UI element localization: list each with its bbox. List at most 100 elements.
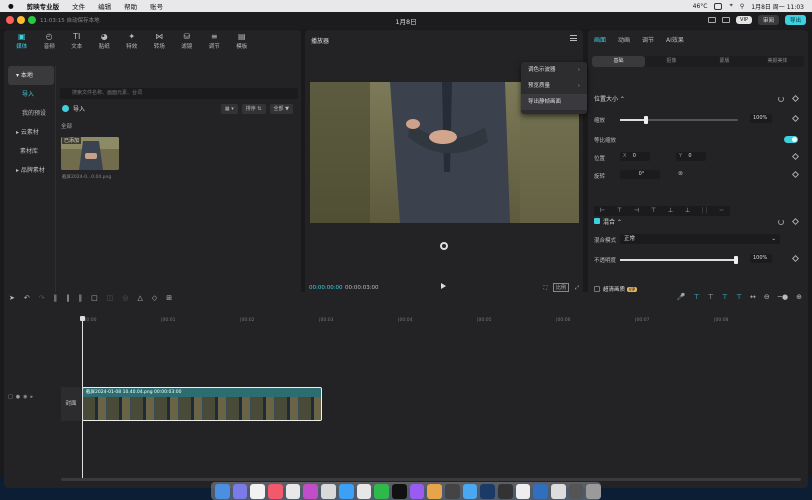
battery-icon[interactable]	[714, 2, 723, 10]
delete-icon[interactable]: □	[91, 294, 98, 302]
position-x-field[interactable]: X 0	[620, 152, 650, 161]
position-y-field[interactable]: Y 0	[676, 152, 706, 161]
align-right-icon[interactable]: ⊣	[628, 206, 645, 216]
fullscreen-icon[interactable]: ⤢	[575, 285, 579, 291]
zoom-fit-icon[interactable]: ↔	[750, 293, 756, 301]
align-hcenter-icon[interactable]: ⊤	[611, 206, 628, 216]
tab-adjust[interactable]: ≡ 调节	[201, 30, 229, 53]
safari-icon[interactable]	[462, 483, 478, 499]
layout-icon[interactable]	[708, 17, 717, 23]
lightroom-icon[interactable]	[480, 483, 495, 499]
keyframe-icon[interactable]	[791, 170, 800, 179]
view-mode-button[interactable]: ▦ ▾	[220, 104, 238, 114]
uniform-scale-toggle[interactable]	[784, 136, 798, 143]
zoom-in-icon[interactable]: ⊕	[796, 293, 802, 301]
track-visible-icon[interactable]: ◉	[23, 394, 27, 400]
blend-checkbox[interactable]	[594, 218, 600, 224]
final-cut-icon[interactable]	[444, 483, 460, 499]
terminal-icon[interactable]	[568, 483, 584, 499]
scale-slider[interactable]	[620, 116, 738, 124]
calendar-icon[interactable]	[250, 483, 266, 499]
keyframe-icon[interactable]	[791, 254, 800, 263]
track-lock-icon[interactable]: □	[8, 394, 13, 400]
tab-template[interactable]: ▤ 模板	[228, 30, 256, 53]
app-icon[interactable]	[321, 483, 336, 499]
mirror-icon[interactable]: △	[137, 294, 142, 302]
playhead[interactable]	[80, 316, 85, 478]
snipaste-icon[interactable]	[303, 483, 319, 499]
tab-media[interactable]: ▣ 媒体	[8, 30, 36, 53]
shortcut-icon[interactable]	[722, 17, 731, 23]
app-icon[interactable]	[409, 483, 425, 499]
menu-item-preview-quality[interactable]: 预览质量 ›	[521, 78, 587, 94]
weather-readout[interactable]: 46°C	[693, 3, 708, 10]
launchpad-icon[interactable]	[232, 483, 248, 499]
export-button[interactable]: 导出	[784, 15, 806, 25]
app-icon[interactable]	[515, 483, 531, 499]
align-top-icon[interactable]: ⊤	[645, 206, 662, 216]
split-right-icon[interactable]: ‖	[79, 294, 83, 302]
preview-axis-icon[interactable]: ⊤	[736, 293, 742, 301]
subtab-keying[interactable]: 抠像	[645, 56, 698, 67]
ratio-button[interactable]: 比例	[552, 283, 569, 292]
trash-icon[interactable]	[586, 483, 602, 499]
media-search-input[interactable]: 搜索文件名称、画面元素、台词	[60, 88, 298, 99]
menu-account[interactable]: 账号	[150, 1, 163, 11]
menu-app-name[interactable]: 剪映专业版	[27, 1, 60, 11]
rotate-dial-icon[interactable]: ⊗	[678, 170, 683, 177]
redo-icon[interactable]: ↷	[39, 294, 45, 302]
align-bottom-icon[interactable]: ⊥	[679, 206, 696, 216]
apple-icon[interactable]: ●	[8, 2, 14, 10]
split-left-icon[interactable]: ‖	[66, 294, 70, 302]
opacity-value[interactable]: 100%	[750, 254, 772, 263]
tab-animation[interactable]: 动画	[618, 35, 630, 44]
menu-icon[interactable]	[570, 35, 577, 41]
music-icon[interactable]	[268, 483, 283, 499]
distribute-h-icon[interactable]: | |	[696, 206, 713, 216]
keyframe-icon[interactable]	[791, 217, 800, 226]
menu-file[interactable]: 文件	[72, 1, 85, 11]
scale-value[interactable]: 100%	[750, 114, 772, 123]
mic-icon[interactable]: 🎤	[677, 293, 686, 301]
app-icon[interactable]	[498, 483, 513, 499]
play-icon[interactable]	[441, 283, 446, 289]
tab-ai-effects[interactable]: AI效果	[666, 35, 684, 44]
cover-button[interactable]: 封面	[61, 387, 81, 421]
wechat-icon[interactable]	[374, 483, 389, 499]
reset-icon[interactable]	[778, 96, 784, 102]
marker-icon[interactable]: ◫	[107, 294, 114, 302]
sidebar-item-cloud[interactable]: ▸ 云素材	[8, 123, 54, 142]
sidebar-item-presets[interactable]: 我的预设	[8, 104, 54, 123]
capcut-icon[interactable]	[391, 483, 407, 499]
rotate-icon[interactable]: ◇	[152, 294, 157, 302]
select-tool-icon[interactable]: ➤	[9, 294, 15, 302]
app-icon[interactable]	[533, 483, 549, 499]
import-button[interactable]: 导入	[62, 104, 85, 113]
menu-help[interactable]: 帮助	[124, 1, 137, 11]
tab-filter[interactable]: ⛁ 滤镜	[173, 30, 201, 53]
search-icon[interactable]: ⚲	[740, 3, 744, 10]
distribute-v-icon[interactable]: =	[713, 206, 730, 216]
keyframe-icon[interactable]	[791, 152, 800, 161]
keyframe-icon[interactable]	[791, 94, 800, 103]
blend-mode-select[interactable]: 正常 ⌄	[620, 234, 780, 244]
vip-badge[interactable]: VIP	[736, 16, 752, 24]
horizontal-scrollbar[interactable]	[61, 478, 801, 481]
sidebar-item-library[interactable]: 素材库	[8, 142, 54, 161]
chrome-icon[interactable]	[285, 483, 301, 499]
app-icon[interactable]	[356, 483, 372, 499]
tab-transition[interactable]: ⋈ 转场	[146, 30, 174, 53]
qq-icon[interactable]	[338, 483, 354, 499]
video-clip[interactable]: 截屏2024-01-08 10.40.04.png 00:00:03:00	[82, 387, 322, 421]
position-size-section[interactable]: 位置大小 ⌃	[594, 94, 625, 103]
tab-audio[interactable]: ◴ 音频	[36, 30, 64, 53]
undo-icon[interactable]: ↶	[24, 294, 30, 302]
freeze-icon[interactable]: ◎	[122, 294, 128, 302]
zoom-out-icon[interactable]: ⊖	[764, 293, 770, 301]
align-vcenter-icon[interactable]: ⊥	[662, 206, 679, 216]
app-icon[interactable]	[427, 483, 442, 499]
split-icon[interactable]: ‖	[54, 294, 58, 302]
sidebar-item-local[interactable]: ▾ 本地	[8, 66, 54, 85]
menu-item-export-frame[interactable]: 导出静帧画面	[521, 94, 587, 110]
sort-button[interactable]: 排序 ⇅	[241, 104, 266, 114]
